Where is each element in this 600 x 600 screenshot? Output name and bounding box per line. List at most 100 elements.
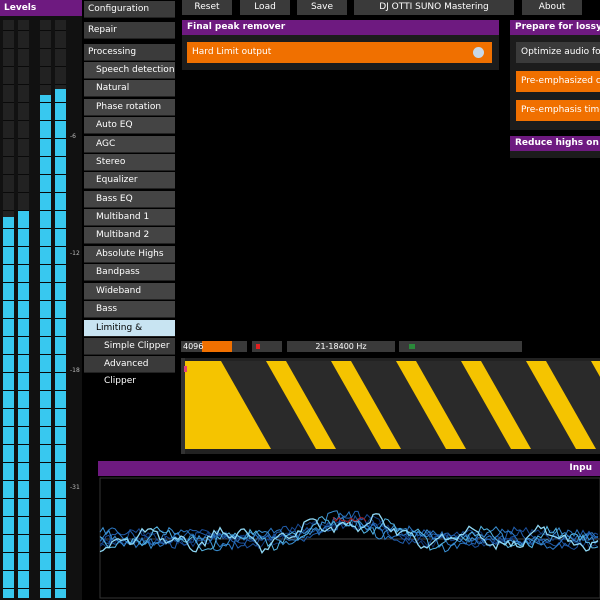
meter-segment [3, 84, 14, 85]
meter-segment [3, 48, 14, 49]
meter-segment [18, 318, 29, 319]
level-meter-2 [18, 20, 29, 598]
meter-segment [55, 516, 66, 517]
meter-segment [55, 588, 66, 589]
meter-segment [40, 480, 51, 481]
meter-segment [40, 192, 51, 193]
meter-segment [3, 210, 14, 211]
waveform-scope [99, 477, 600, 599]
meter-segment [55, 102, 66, 103]
menu-item-wideband-compr[interactable]: Wideband Compr. [84, 283, 175, 313]
meter-segment [40, 120, 51, 121]
meter-segment [40, 282, 51, 283]
meter-segment [55, 174, 66, 175]
meter-segment [18, 30, 29, 31]
meter-segment [40, 462, 51, 463]
load-button[interactable]: Load [240, 0, 290, 15]
activity-indicator [399, 341, 522, 352]
pre-emphasis-time-control[interactable]: Pre-emphasis time [516, 100, 600, 121]
menu-item-processing[interactable]: Processing [84, 44, 175, 61]
meter-segment [40, 588, 51, 589]
level-meter-3 [40, 20, 51, 598]
meter-segment [3, 570, 14, 571]
meter-segment [18, 336, 29, 337]
menu-item-repair[interactable]: Repair [84, 22, 175, 39]
meter-segment [40, 498, 51, 499]
meter-segment [55, 138, 66, 139]
meter-fill [55, 89, 66, 598]
meter-segment [3, 174, 14, 175]
meter-segment [18, 228, 29, 229]
toggle-indicator-icon [473, 47, 484, 58]
meter-segment [40, 156, 51, 157]
meter-segment [40, 552, 51, 553]
meter-fill [18, 210, 29, 598]
meter-segment [55, 192, 66, 193]
meter-fill [40, 95, 51, 598]
menu-item-absolute-highs[interactable]: Absolute Highs [84, 246, 175, 263]
meter-segment [55, 156, 66, 157]
menu-item-configuration[interactable]: Configuration [84, 1, 175, 18]
reset-button[interactable]: Reset [182, 0, 232, 15]
menu-item-bass[interactable]: Bass [84, 301, 175, 318]
menu-item-equalizer[interactable]: Equalizer [84, 172, 175, 189]
save-button[interactable]: Save [297, 0, 347, 15]
optimize-lossy-toggle[interactable]: Optimize audio for lossy [516, 42, 600, 63]
menu-item-bandpass[interactable]: Bandpass [84, 264, 175, 281]
meter-segment [40, 102, 51, 103]
meter-segment [40, 408, 51, 409]
menu-item-multiband-2[interactable]: Multiband 2 [84, 227, 175, 244]
meter-segment [18, 102, 29, 103]
meter-segment [40, 426, 51, 427]
menu-item-speech-detection[interactable]: Speech detection [84, 62, 175, 79]
menu-item-bass-eq[interactable]: Bass EQ [84, 191, 175, 208]
hard-limit-output-toggle[interactable]: Hard Limit output [187, 42, 492, 63]
preset-selector[interactable]: DJ OTTI SUNO Mastering [354, 0, 514, 15]
meter-segment [55, 552, 66, 553]
meter-segment [55, 372, 66, 373]
activity-led-icon [409, 344, 415, 349]
meter-segment [3, 228, 14, 229]
meter-segment [18, 498, 29, 499]
meter-segment [55, 282, 66, 283]
menu-item-multiband-1[interactable]: Multiband 1 [84, 209, 175, 226]
pre-emphasized-clipping-toggle[interactable]: Pre-emphasized clipp [516, 71, 600, 92]
menu-item-auto-eq[interactable]: Auto EQ [84, 117, 175, 134]
meter-segment [18, 390, 29, 391]
meter-segment [40, 138, 51, 139]
meter-segment [3, 552, 14, 553]
menu-item-phase-rotation[interactable]: Phase rotation [84, 99, 175, 116]
buffer-size-value: 4096 [183, 342, 204, 351]
meter-segment [3, 354, 14, 355]
meter-segment [40, 84, 51, 85]
meter-segment [55, 48, 66, 49]
lossy-title: Prepare for lossy c [510, 20, 600, 35]
meter-segment [18, 66, 29, 67]
meter-segment [55, 462, 66, 463]
meter-segment [3, 156, 14, 157]
menu-item-limiting-clipping[interactable]: Limiting & Clipping [84, 320, 175, 350]
meter-segment [55, 390, 66, 391]
menu-item-advanced-clipper[interactable]: Advanced Clipper [84, 356, 175, 386]
menu-item-natural-dynamics[interactable]: Natural Dynamics [84, 80, 175, 110]
meter-segment [18, 300, 29, 301]
meter-segment [18, 570, 29, 571]
meter-segment [55, 570, 66, 571]
scale-mark: -12 [70, 250, 80, 257]
meter-segment [3, 300, 14, 301]
scale-mark: -31 [70, 484, 80, 491]
meter-segment [55, 480, 66, 481]
meter-segment [55, 210, 66, 211]
input-scope-panel: Inpu [98, 461, 600, 600]
meter-segment [55, 318, 66, 319]
menu-item-simple-clipper[interactable]: Simple Clipper [84, 338, 175, 355]
meter-segment [3, 390, 14, 391]
menu-item-agc[interactable]: AGC [84, 136, 175, 153]
meter-segment [3, 102, 14, 103]
meter-segment [40, 264, 51, 265]
meter-segment [55, 264, 66, 265]
frequency-range: 21-18400 Hz [287, 341, 395, 352]
meter-segment [3, 282, 14, 283]
about-button[interactable]: About [522, 0, 582, 15]
menu-item-stereo[interactable]: Stereo [84, 154, 175, 171]
